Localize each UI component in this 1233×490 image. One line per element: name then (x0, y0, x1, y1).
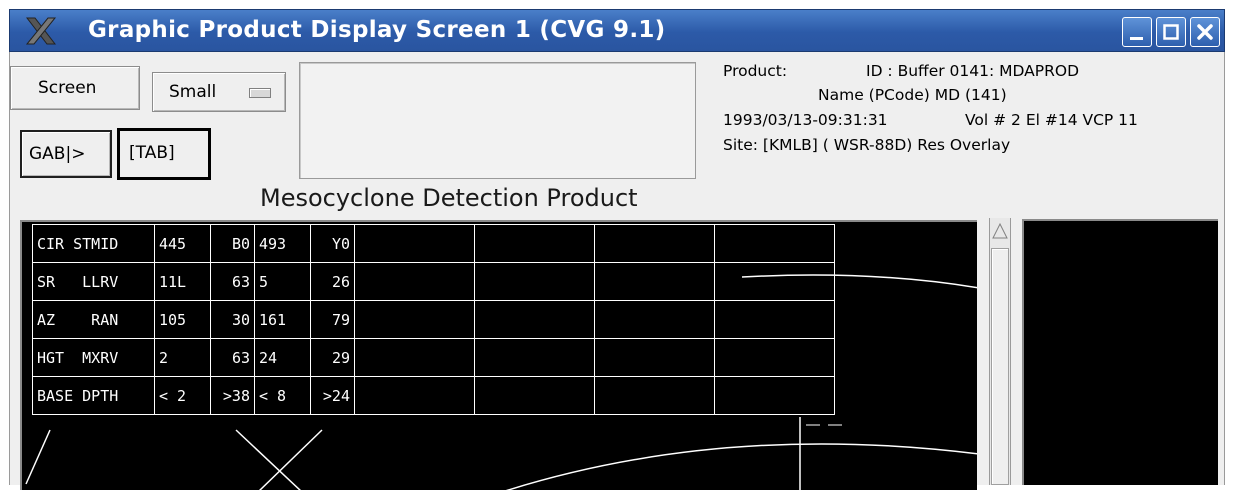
table-cell: 63 (210, 262, 255, 301)
table-cell: Y0 (310, 224, 355, 263)
tab-button-label: [TAB] (129, 143, 175, 163)
table-cell: 493 (254, 224, 311, 263)
gab-button[interactable]: GAB|> (20, 130, 112, 178)
scroll-thumb[interactable] (991, 248, 1009, 485)
size-option-menu[interactable]: Small (152, 72, 286, 112)
volume-elevation-vcp: Vol # 2 El #14 VCP 11 (965, 111, 1138, 129)
table-cell (354, 224, 475, 263)
table-cell (474, 300, 595, 339)
table-cell (594, 376, 715, 415)
table-cell (354, 300, 475, 339)
table-cell: 445 (154, 224, 211, 263)
range-ring (505, 443, 977, 490)
table-cell: AZ RAN (32, 300, 155, 339)
client-area: Screen Small GAB|> [TAB] Product: ID : B… (9, 52, 1225, 490)
table-cell (714, 300, 835, 339)
table-cell: HGT MXRV (32, 338, 155, 377)
title-bar[interactable]: Graphic Product Display Screen 1 (CVG 9.… (9, 9, 1225, 52)
table-cell (594, 300, 715, 339)
table-cell: < 8 (254, 376, 311, 415)
maximize-button[interactable] (1156, 17, 1186, 47)
product-display[interactable]: CIR STMID 445 B0 493 Y0 SR LLRV 11L 63 5 26 AZ RAN… (20, 220, 977, 490)
table-cell (594, 224, 715, 263)
table-cell: >24 (310, 376, 355, 415)
x-logo-icon (24, 16, 58, 46)
table-cell (714, 224, 835, 263)
table-cell (594, 262, 715, 301)
table-row: AZ RAN 105 30 161 79 (32, 300, 835, 339)
site-info: Site: [KMLB] ( WSR-88D) Res Overlay (723, 136, 1011, 154)
table-cell: CIR STMID (32, 224, 155, 263)
table-cell: 63 (210, 338, 255, 377)
table-cell (474, 338, 595, 377)
product-label: Product: (723, 62, 788, 80)
table-cell: 105 (154, 300, 211, 339)
table-cell (714, 376, 835, 415)
radial-line (25, 429, 51, 485)
table-cell: >38 (210, 376, 255, 415)
table-cell (354, 376, 475, 415)
table-cell: 11L (154, 262, 211, 301)
table-cell: B0 (210, 224, 255, 263)
screen-button-label: Screen (38, 78, 97, 98)
table-cell (354, 338, 475, 377)
table-cell (714, 338, 835, 377)
window-title: Graphic Product Display Screen 1 (CVG 9.… (88, 17, 666, 43)
table-cell: 24 (254, 338, 311, 377)
product-id: ID : Buffer 0141: MDAPROD (866, 62, 1080, 80)
table-cell (474, 376, 595, 415)
option-menu-indicator-icon (249, 88, 271, 98)
table-cell: BASE DPTH (32, 376, 155, 415)
table-cell: 5 (254, 262, 311, 301)
table-cell: 26 (310, 262, 355, 301)
screen-button[interactable]: Screen (10, 66, 140, 110)
table-row: HGT MXRV 2 63 24 29 (32, 338, 835, 377)
vertical-scrollbar[interactable] (989, 218, 1011, 485)
product-heading: Mesocyclone Detection Product (260, 184, 638, 212)
close-button[interactable] (1190, 17, 1220, 47)
side-display-panel (1022, 219, 1218, 485)
size-option-label: Small (169, 82, 217, 102)
table-cell (594, 338, 715, 377)
table-cell: 79 (310, 300, 355, 339)
table-row: SR LLRV 11L 63 5 26 (32, 262, 835, 301)
table-cell: 29 (310, 338, 355, 377)
table-cell (714, 262, 835, 301)
table-row: CIR STMID 445 B0 493 Y0 (32, 224, 835, 263)
mesocyclone-data-table: CIR STMID 445 B0 493 Y0 SR LLRV 11L 63 5 26 AZ RAN… (32, 224, 835, 415)
table-cell: 2 (154, 338, 211, 377)
product-datetime: 1993/03/13-09:31:31 (723, 111, 888, 129)
table-cell: 30 (210, 300, 255, 339)
minimize-button[interactable] (1122, 17, 1152, 47)
gab-button-label: GAB|> (29, 144, 86, 164)
message-area (299, 62, 696, 179)
table-cell: SR LLRV (32, 262, 155, 301)
tab-button[interactable]: [TAB] (117, 128, 211, 180)
table-cell (354, 262, 475, 301)
application-window: Graphic Product Display Screen 1 (CVG 9.… (0, 0, 1233, 490)
scroll-up-arrow-icon[interactable] (991, 220, 1009, 246)
table-cell: 161 (254, 300, 311, 339)
table-cell (474, 262, 595, 301)
table-cell (474, 224, 595, 263)
product-name: Name (PCode) MD (141) (818, 86, 1007, 104)
table-cell: < 2 (154, 376, 211, 415)
table-row: BASE DPTH < 2 >38 < 8 >24 (32, 376, 835, 415)
